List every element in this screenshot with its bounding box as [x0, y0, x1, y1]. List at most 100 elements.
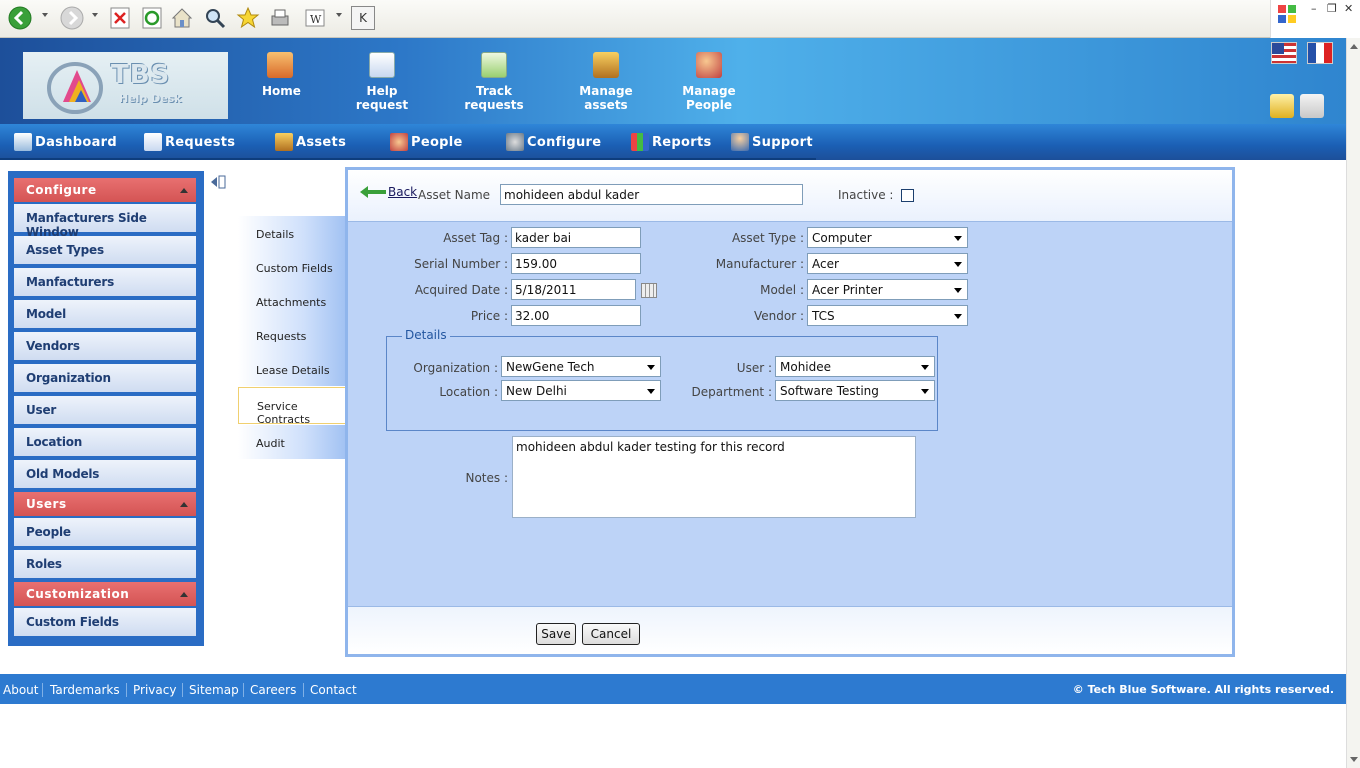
menu-dashboard[interactable]: Dashboard	[14, 132, 117, 152]
top-nav-home[interactable]: Home	[262, 52, 301, 98]
forward-icon[interactable]	[60, 6, 84, 30]
close-button[interactable]: ✕	[1344, 2, 1353, 15]
sidebar-item-custom-fields[interactable]: Custom Fields	[14, 608, 196, 638]
minimize-button[interactable]: –	[1311, 2, 1317, 15]
tab-requests[interactable]: Requests	[238, 318, 348, 352]
scroll-up-icon[interactable]	[1350, 44, 1358, 49]
footer-link-trademarks[interactable]: Tardemarks	[50, 683, 120, 697]
word-icon[interactable]: W	[304, 6, 328, 30]
chart-icon	[631, 133, 649, 151]
menu-configure[interactable]: Configure	[506, 132, 601, 152]
add-user-icon[interactable]	[1300, 94, 1324, 118]
footer-link-sitemap[interactable]: Sitemap	[189, 683, 239, 697]
search-icon[interactable]	[203, 6, 227, 30]
house-icon	[267, 52, 293, 78]
sidebar-item-vendors[interactable]: Vendors	[14, 332, 196, 362]
top-nav-manage-assets[interactable]: Manage assets	[562, 52, 650, 112]
price-input[interactable]	[511, 305, 641, 326]
menu-support[interactable]: Support	[731, 132, 813, 152]
footer-separator	[303, 683, 304, 697]
word-dropdown-icon[interactable]	[336, 13, 342, 17]
calendar-icon[interactable]	[641, 283, 657, 298]
menu-assets[interactable]: Assets	[275, 132, 346, 152]
top-nav-help-request[interactable]: Help request	[344, 52, 420, 112]
logo-subtitle: Help Desk	[119, 92, 182, 105]
acquired-date-input[interactable]	[511, 279, 636, 300]
form-actions-bar: Save Cancel	[348, 606, 1232, 654]
department-label: Department :	[691, 385, 772, 399]
select-value: New Delhi	[506, 384, 567, 398]
collapse-triangle-icon[interactable]	[180, 502, 188, 507]
sidebar-item-user[interactable]: User	[14, 396, 196, 426]
select-value: Computer	[812, 231, 872, 245]
footer-link-privacy[interactable]: Privacy	[133, 683, 176, 697]
logo[interactable]: TBS Help Desk	[23, 52, 228, 119]
tab-service-contracts[interactable]: Service Contracts	[238, 387, 348, 426]
manufacturer-label: Manufacturer :	[715, 257, 804, 271]
collapse-sidebar-icon[interactable]	[209, 174, 227, 190]
home-icon[interactable]	[170, 6, 194, 30]
k-toolbar-button[interactable]: K	[351, 6, 375, 30]
menu-people[interactable]: People	[390, 132, 463, 152]
sidebar-item-old-models[interactable]: Old Models	[14, 460, 196, 490]
sidebar-item-people[interactable]: People	[14, 518, 196, 548]
sidebar-item-manufacturers[interactable]: Manfacturers	[14, 268, 196, 298]
stop-icon[interactable]	[108, 6, 132, 30]
vertical-scrollbar[interactable]	[1346, 38, 1360, 768]
sidebar-item-organization[interactable]: Organization	[14, 364, 196, 394]
collapse-triangle-icon[interactable]	[180, 188, 188, 193]
asset-type-select[interactable]: Computer	[807, 227, 968, 248]
back-link[interactable]: Back	[360, 185, 417, 199]
tab-lease-details[interactable]: Lease Details	[238, 352, 348, 386]
location-select[interactable]: New Delhi	[501, 380, 661, 401]
asset-tag-input[interactable]	[511, 227, 641, 248]
notes-textarea[interactable]: mohideen abdul kader testing for this re…	[512, 436, 916, 518]
menu-label: People	[411, 134, 463, 150]
footer-link-contact[interactable]: Contact	[310, 683, 357, 697]
collapse-triangle-icon[interactable]	[180, 592, 188, 597]
inactive-checkbox[interactable]	[901, 189, 914, 202]
sidebar-section-customization[interactable]: Customization	[14, 582, 196, 606]
vendor-select[interactable]: TCS	[807, 305, 968, 326]
sidebar-item-model[interactable]: Model	[14, 300, 196, 330]
sidebar-section-configure[interactable]: Configure	[14, 178, 196, 202]
us-flag-icon[interactable]	[1271, 42, 1297, 64]
top-nav-track-requests[interactable]: Track requests	[450, 52, 538, 112]
menu-label: Assets	[296, 134, 347, 150]
select-value: Mohidee	[780, 360, 832, 374]
organization-select[interactable]: NewGene Tech	[501, 356, 661, 377]
model-select[interactable]: Acer Printer	[807, 279, 968, 300]
refresh-icon[interactable]	[140, 6, 164, 30]
restore-button[interactable]: ❐	[1327, 2, 1337, 15]
asset-name-input[interactable]	[500, 184, 803, 205]
keys-icon[interactable]	[1270, 94, 1294, 118]
serial-number-input[interactable]	[511, 253, 641, 274]
footer-link-about[interactable]: About	[3, 683, 38, 697]
menu-requests[interactable]: Requests	[144, 132, 235, 152]
print-icon[interactable]	[268, 6, 292, 30]
favorites-star-icon[interactable]	[236, 6, 260, 30]
save-button[interactable]: Save	[536, 623, 576, 645]
tab-audit[interactable]: Audit	[238, 425, 348, 459]
tab-attachments[interactable]: Attachments	[238, 284, 348, 318]
scroll-down-icon[interactable]	[1350, 757, 1358, 762]
department-select[interactable]: Software Testing	[775, 380, 935, 401]
tab-details[interactable]: Details	[238, 216, 348, 250]
sidebar-item-asset-types[interactable]: Asset Types	[14, 236, 196, 266]
top-nav-manage-people[interactable]: Manage People	[664, 52, 754, 112]
forward-dropdown-icon[interactable]	[92, 13, 98, 17]
sidebar-item-roles[interactable]: Roles	[14, 550, 196, 580]
sidebar-item-manufacturers-side-window[interactable]: Manfacturers Side Window	[14, 204, 196, 239]
back-icon[interactable]	[8, 6, 32, 30]
france-flag-icon[interactable]	[1307, 42, 1333, 64]
sidebar-item-location[interactable]: Location	[14, 428, 196, 458]
notes-label: Notes :	[465, 471, 508, 485]
cancel-button[interactable]: Cancel	[582, 623, 640, 645]
sidebar-section-users[interactable]: Users	[14, 492, 196, 516]
manufacturer-select[interactable]: Acer	[807, 253, 968, 274]
back-dropdown-icon[interactable]	[42, 13, 48, 17]
tab-custom-fields[interactable]: Custom Fields	[238, 250, 348, 284]
footer-link-careers[interactable]: Careers	[250, 683, 296, 697]
user-select[interactable]: Mohidee	[775, 356, 935, 377]
menu-reports[interactable]: Reports	[631, 132, 712, 152]
